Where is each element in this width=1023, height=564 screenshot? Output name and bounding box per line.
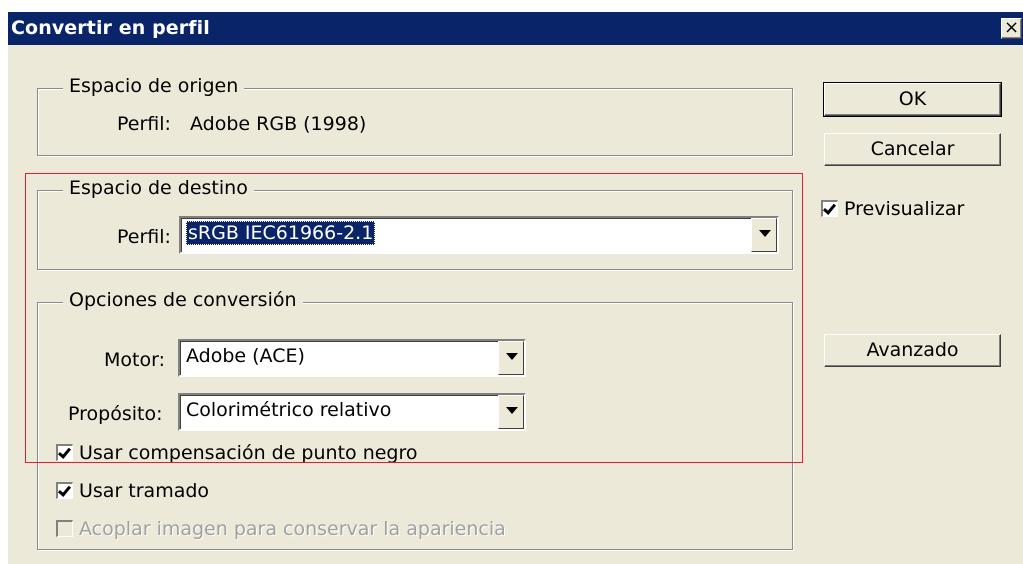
motor-select[interactable]: Adobe (ACE) — [178, 339, 526, 377]
dialog-title: Convertir en perfil — [11, 17, 210, 39]
destination-space-legend: Espacio de destino — [63, 177, 254, 199]
source-space-legend: Espacio de origen — [63, 75, 245, 97]
flatten-checkbox — [56, 520, 73, 537]
purpose-select[interactable]: Colorimétrico relativo — [178, 393, 526, 431]
black-point-label: Usar compensación de punto negro — [79, 442, 418, 464]
motor-value: Adobe (ACE) — [186, 345, 305, 367]
flatten-checkbox-row: Acoplar imagen para conservar la aparien… — [56, 518, 506, 540]
preview-checkbox[interactable] — [821, 200, 838, 217]
chevron-down-icon[interactable] — [751, 218, 777, 252]
dither-label: Usar tramado — [79, 480, 210, 502]
black-point-checkbox[interactable] — [56, 444, 73, 461]
dither-checkbox-row[interactable]: Usar tramado — [56, 480, 209, 502]
flatten-label: Acoplar imagen para conservar la aparien… — [79, 518, 506, 540]
destination-space-group: Espacio de destino Perfil: sRGB IEC61966… — [37, 177, 793, 270]
title-bar[interactable]: Convertir en perfil × — [8, 12, 1023, 45]
source-profile-value: Adobe RGB (1998) — [190, 113, 367, 135]
chevron-down-icon[interactable] — [498, 341, 524, 375]
source-profile-label: Perfil: — [117, 113, 171, 135]
source-space-group: Espacio de origen Perfil: Adobe RGB (199… — [37, 75, 793, 156]
close-icon[interactable]: × — [1001, 18, 1022, 39]
destination-profile-select[interactable]: sRGB IEC61966-2.1 — [179, 216, 779, 254]
convert-profile-dialog: Convertir en perfil × Espacio de origen … — [8, 12, 1023, 564]
preview-checkbox-row[interactable]: Previsualizar — [821, 198, 964, 220]
ok-button[interactable]: OK — [823, 82, 1002, 117]
motor-label: Motor: — [104, 349, 165, 371]
chevron-down-icon[interactable] — [498, 395, 524, 429]
destination-profile-label: Perfil: — [117, 226, 171, 248]
dither-checkbox[interactable] — [56, 482, 73, 499]
black-point-checkbox-row[interactable]: Usar compensación de punto negro — [56, 442, 418, 464]
destination-profile-value: sRGB IEC61966-2.1 — [186, 221, 376, 245]
purpose-label: Propósito: — [68, 403, 163, 425]
purpose-value: Colorimétrico relativo — [186, 399, 392, 421]
advanced-button[interactable]: Avanzado — [824, 334, 1001, 367]
cancel-button[interactable]: Cancelar — [824, 133, 1001, 166]
preview-label: Previsualizar — [844, 198, 965, 220]
conversion-options-legend: Opciones de conversión — [63, 289, 303, 311]
conversion-options-group: Opciones de conversión Motor: Adobe (ACE… — [37, 289, 793, 550]
